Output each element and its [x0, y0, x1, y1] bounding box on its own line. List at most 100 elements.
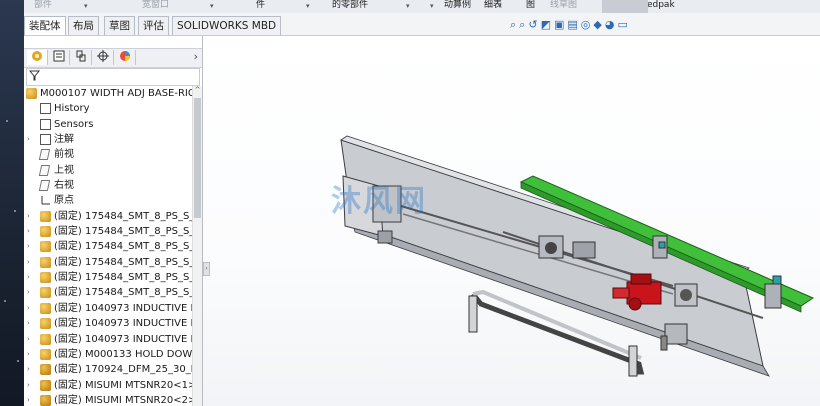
dropdown-caret-icon[interactable]: ▾: [210, 2, 214, 10]
assembly-icon: [40, 333, 51, 345]
feature-tree-tab[interactable]: [27, 50, 48, 65]
property-manager-icon: [53, 50, 65, 62]
tree-item[interactable]: › (固定) 175484_SMT_8_PS_S_LI: [24, 209, 192, 224]
previous-view-icon[interactable]: ↺: [528, 18, 537, 31]
tree-item-label: (固定) 1040973 INDUCTIVE PR: [54, 318, 192, 330]
hide-show-icon[interactable]: ◎: [581, 18, 591, 31]
tree-root-label: M000107 WIDTH ADJ BASE-RIGHT: [40, 88, 192, 99]
expand-arrow-icon[interactable]: ›: [27, 362, 30, 377]
filter-icon[interactable]: [28, 70, 41, 84]
tree-scrollbar[interactable]: ^: [192, 86, 202, 406]
tree-item[interactable]: 前视: [24, 147, 192, 162]
desktop-background-strip: [0, 0, 24, 406]
tree-item[interactable]: › 注解: [24, 132, 192, 147]
ribbon-blank-button[interactable]: [602, 0, 648, 13]
origin-icon: [40, 195, 51, 206]
tree-item[interactable]: History: [24, 101, 192, 116]
tab-assembly[interactable]: 装配体: [24, 16, 66, 35]
dropdown-caret-icon[interactable]: ▾: [498, 2, 502, 10]
tree-root[interactable]: M000107 WIDTH ADJ BASE-RIGHT: [24, 86, 192, 101]
annotations-icon: [40, 134, 51, 146]
part-icon: [40, 364, 51, 376]
tree-item[interactable]: 右视: [24, 178, 192, 193]
assembly-icon: [40, 348, 51, 360]
tree-item[interactable]: 上视: [24, 163, 192, 178]
section-view-icon[interactable]: ◩: [541, 18, 551, 31]
assembly-model[interactable]: [203, 36, 820, 406]
display-manager-tab[interactable]: [115, 50, 136, 65]
expand-arrow-icon[interactable]: ›: [27, 255, 30, 270]
dimxpert-manager-tab[interactable]: [93, 50, 114, 65]
scroll-up-arrow-icon[interactable]: ^: [193, 86, 202, 96]
apply-scene-icon[interactable]: ◕: [605, 18, 615, 31]
assembly-icon: [40, 272, 51, 284]
assembly-icon: [40, 226, 51, 238]
feature-tree: M000107 WIDTH ADJ BASE-RIGHT History Senso…: [24, 86, 192, 406]
display-style-icon[interactable]: ▤: [567, 18, 577, 31]
dropdown-caret-icon[interactable]: ▾: [430, 2, 434, 10]
zoom-to-fit-icon[interactable]: ⌕: [510, 18, 516, 32]
expand-arrow-icon[interactable]: ›: [27, 270, 30, 285]
ribbon-item[interactable]: 宽窗口: [142, 0, 169, 13]
filter-field[interactable]: [26, 68, 200, 86]
tree-item[interactable]: › (固定) 170924_DFM_25_30_P_: [24, 362, 192, 377]
tree-item[interactable]: 原点: [24, 193, 192, 208]
tree-item[interactable]: › (固定) MISUMI MTSNR20<2>: [24, 393, 192, 406]
expand-arrow-icon[interactable]: ›: [27, 132, 30, 147]
expand-arrow-icon[interactable]: ›: [27, 332, 30, 347]
command-manager-tabs: 装配体 布局 草图 评估 SOLIDWORKS MBD: [24, 13, 820, 36]
assembly-icon: [40, 210, 51, 222]
configuration-manager-tab[interactable]: [71, 50, 92, 65]
assembly-icon: [40, 256, 51, 268]
tree-item[interactable]: › (固定) 1040973 INDUCTIVE PR: [24, 332, 192, 347]
expand-arrow-icon[interactable]: ›: [27, 301, 30, 316]
expand-arrow-icon[interactable]: ›: [27, 285, 30, 300]
command-ribbon: 部件 宽窗口件的零部件 动算例 细表图线草图 Speedpak ▾ ▾ ▾ ▾ ▾ ▾: [24, 0, 820, 14]
tab-evaluate[interactable]: 评估: [138, 16, 169, 35]
tree-item[interactable]: › (固定) 175484_SMT_8_PS_S_LI: [24, 239, 192, 254]
tree-item[interactable]: › (固定) M000133 HOLD DOWN: [24, 347, 192, 362]
dropdown-caret-icon[interactable]: ▾: [306, 2, 310, 10]
expand-arrow-icon[interactable]: ›: [27, 239, 30, 254]
tab-mbd[interactable]: SOLIDWORKS MBD: [172, 16, 282, 35]
tree-item[interactable]: › (固定) 175484_SMT_8_PS_S_LI: [24, 270, 192, 285]
tree-item[interactable]: › (固定) 1040973 INDUCTIVE PR: [24, 301, 192, 316]
view-settings-icon[interactable]: ▭: [617, 18, 627, 31]
tree-item-label: 注解: [54, 134, 74, 146]
edit-appearance-icon[interactable]: ◆: [593, 18, 601, 31]
plane-icon: [38, 164, 51, 176]
tree-item-label: 上视: [54, 164, 74, 176]
graphics-viewport[interactable]: › 沐风网: [203, 36, 820, 406]
tab-layout[interactable]: 布局: [68, 16, 99, 35]
tree-item[interactable]: › (固定) 175484_SMT_8_PS_S_LI: [24, 255, 192, 270]
dropdown-caret-icon[interactable]: ▾: [84, 2, 88, 10]
expand-arrow-icon[interactable]: ›: [27, 224, 30, 239]
ribbon-item[interactable]: 动算例: [444, 0, 471, 13]
ribbon-item[interactable]: 线草图: [550, 0, 577, 13]
view-orientation-icon[interactable]: ▣: [554, 18, 564, 31]
property-manager-tab[interactable]: [49, 50, 70, 65]
tree-item[interactable]: Sensors: [24, 117, 192, 132]
ribbon-item[interactable]: 件: [256, 0, 265, 13]
expand-arrow-icon[interactable]: ›: [27, 316, 30, 331]
ribbon-item[interactable]: 的零部件: [332, 0, 368, 13]
dropdown-caret-icon[interactable]: ▾: [406, 2, 410, 10]
tree-item-label: (固定) 175484_SMT_8_PS_S_LI: [54, 272, 192, 284]
tree-item[interactable]: › (固定) MISUMI MTSNR20<1>: [24, 378, 192, 393]
more-tabs-chevron-icon[interactable]: ›: [194, 50, 198, 63]
expand-arrow-icon[interactable]: ›: [27, 378, 30, 393]
tree-item-label: (固定) 175484_SMT_8_PS_S_LI: [54, 256, 192, 268]
tab-sketch[interactable]: 草图: [104, 16, 135, 35]
configuration-manager-icon: [76, 50, 86, 62]
ribbon-item[interactable]: 部件: [34, 0, 52, 13]
zoom-area-icon[interactable]: ⌕: [519, 18, 525, 32]
tree-item-label: 前视: [54, 149, 74, 161]
expand-arrow-icon[interactable]: ›: [27, 209, 30, 224]
tree-item[interactable]: › (固定) 175484_SMT_8_PS_S_LI: [24, 224, 192, 239]
tree-item[interactable]: › (固定) 1040973 INDUCTIVE PR: [24, 316, 192, 331]
expand-arrow-icon[interactable]: ›: [27, 347, 30, 362]
expand-arrow-icon[interactable]: ›: [27, 393, 30, 406]
tree-item[interactable]: › (固定) 175484_SMT_8_PS_S_LI: [24, 285, 192, 300]
ribbon-item[interactable]: 图: [526, 0, 535, 13]
scroll-thumb[interactable]: [194, 98, 201, 218]
